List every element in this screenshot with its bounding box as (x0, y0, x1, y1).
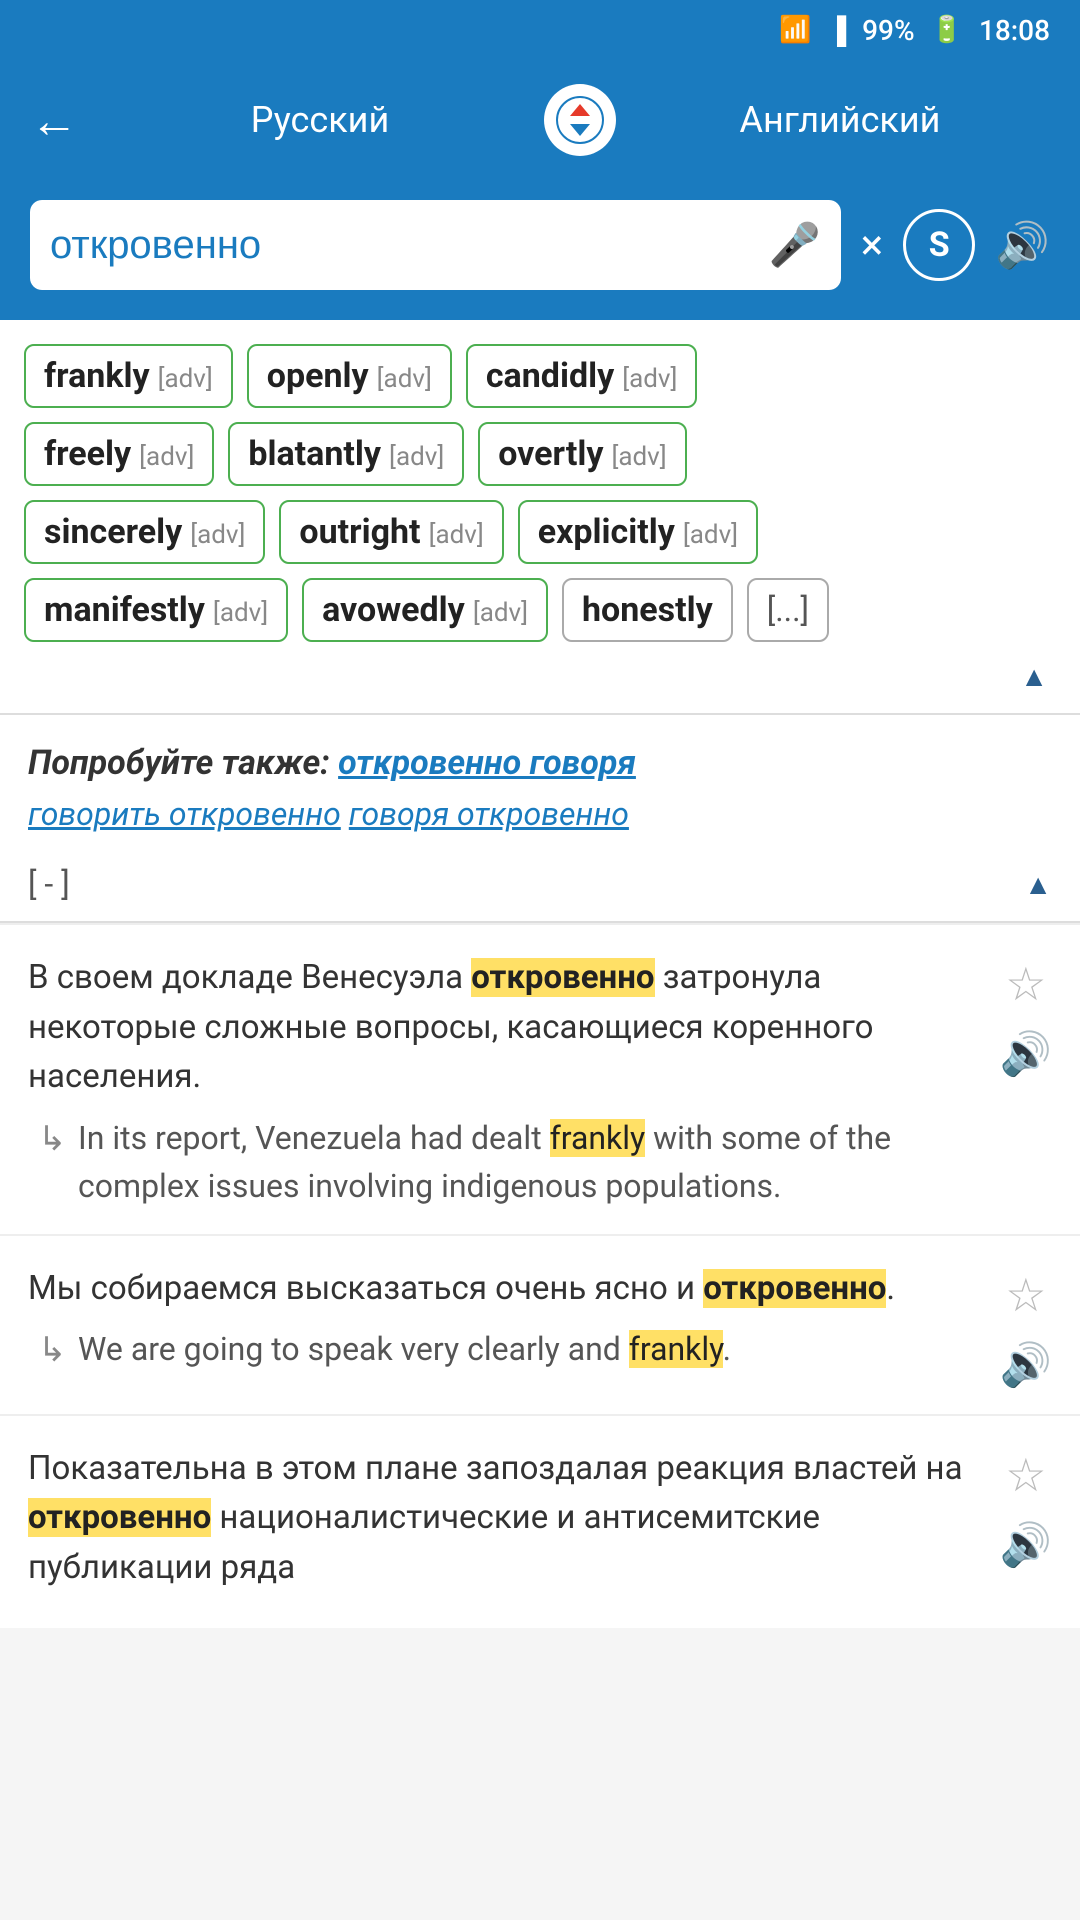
source-language[interactable]: Русский (110, 99, 530, 141)
try-also-link-1[interactable]: откровенно говоря (338, 743, 636, 783)
example-content-1: В своем докладе Венесуэла откровенно зат… (28, 953, 976, 1210)
target-language[interactable]: Английский (630, 99, 1050, 141)
example-content-2: Мы собираемся высказаться очень ясно и о… (28, 1264, 976, 1374)
en-highlight-1: frankly (550, 1119, 646, 1157)
translations-row-3: sincerely [adv] outright [adv] explicitl… (24, 500, 1056, 564)
spellcheck-button[interactable]: S (903, 209, 975, 281)
try-link-3[interactable]: говоря откровенно (349, 795, 629, 833)
sound-button[interactable]: 🔊 (995, 219, 1050, 271)
example-block-2: Мы собираемся высказаться очень ясно и о… (0, 1234, 1080, 1414)
translation-chip-frankly[interactable]: frankly [adv] (24, 344, 233, 408)
battery-icon: 🔋 (931, 15, 963, 45)
translation-chip-outright[interactable]: outright [adv] (279, 500, 503, 564)
ru-highlight-2: откровенно (703, 1269, 886, 1308)
translation-chip-candidly[interactable]: candidly [adv] (466, 344, 698, 408)
action-col-2: ☆ 🔊 (1000, 1264, 1052, 1390)
translation-chip-honestly[interactable]: honestly (562, 578, 733, 642)
example-row-1: В своем докладе Венесуэла откровенно зат… (28, 953, 1052, 1210)
translation-chip-freely[interactable]: freely [adv] (24, 422, 214, 486)
search-input[interactable] (50, 223, 768, 268)
translation-chip-avowedly[interactable]: avowedly [adv] (302, 578, 548, 642)
ru-sentence-3: Показательна в этом плане запоздалая реа… (28, 1444, 976, 1593)
favorite-button-2[interactable]: ☆ (1005, 1268, 1046, 1323)
en-sentence-2: We are going to speak very clearly and f… (28, 1325, 976, 1373)
clear-button[interactable]: × (861, 221, 883, 270)
wifi-icon: 📶 (779, 15, 811, 45)
search-area: 🎤 × S 🔊 (0, 180, 1080, 320)
speaker-button-3[interactable]: 🔊 (1000, 1521, 1052, 1570)
ru-highlight-3: откровенно (28, 1498, 211, 1537)
favorite-button-1[interactable]: ☆ (1005, 957, 1046, 1012)
app-header: ← Русский Английский (0, 60, 1080, 180)
ru-highlight-1: откровенно (471, 958, 654, 997)
example-block-1: В своем докладе Венесуэла откровенно зат… (0, 923, 1080, 1234)
search-box: 🎤 (30, 200, 841, 290)
ru-sentence-2: Мы собираемся высказаться очень ясно и о… (28, 1264, 976, 1314)
en-sentence-1: In its report, Venezuela had dealt frank… (28, 1114, 976, 1210)
signal-icon: ▐ (828, 15, 846, 46)
try-also-links: говорить откровенно говоря откровенно (28, 795, 1052, 833)
translations-row-2: freely [adv] blatantly [adv] overtly [ad… (24, 422, 1056, 486)
battery-text: 99% (862, 14, 914, 47)
translations-row-4: manifestly [adv] avowedly [adv] honestly… (24, 578, 1056, 642)
example-row-2: Мы собираемся высказаться очень ясно и о… (28, 1264, 1052, 1390)
try-link-2[interactable]: говорить откровенно (28, 795, 341, 833)
translations-row-1: frankly [adv] openly [adv] candidly [adv… (24, 344, 1056, 408)
collapse-bar: [ - ] ▲ (0, 847, 1080, 921)
example-block-3: Показательна в этом плане запоздалая реа… (0, 1414, 1080, 1629)
translation-chip-manifestly[interactable]: manifestly [adv] (24, 578, 288, 642)
try-also-section: Попробуйте также: откровенно говоря гово… (0, 715, 1080, 847)
microphone-icon[interactable]: 🎤 (768, 221, 820, 270)
bracket-label: [ - ] (28, 865, 70, 903)
en-highlight-2: frankly (629, 1330, 723, 1368)
speaker-button-2[interactable]: 🔊 (1000, 1341, 1052, 1390)
more-translations-button[interactable]: [...] (747, 578, 829, 642)
translations-collapse-button[interactable]: ▲ (1020, 660, 1048, 693)
time-text: 18:08 (979, 14, 1050, 47)
translations-collapse-row: ▲ (24, 656, 1056, 703)
try-also-label: Попробуйте также: откровенно говоря (28, 743, 1052, 783)
ru-sentence-1: В своем докладе Венесуэла откровенно зат… (28, 953, 976, 1102)
translation-chip-sincerely[interactable]: sincerely [adv] (24, 500, 265, 564)
speaker-button-1[interactable]: 🔊 (1000, 1030, 1052, 1079)
example-content-3: Показательна в этом плане запоздалая реа… (28, 1444, 976, 1605)
example-row-3: Показательна в этом плане запоздалая реа… (28, 1444, 1052, 1605)
swap-icon (544, 84, 616, 156)
translation-chip-openly[interactable]: openly [adv] (247, 344, 452, 408)
favorite-button-3[interactable]: ☆ (1005, 1448, 1046, 1503)
translation-chip-overtly[interactable]: overtly [adv] (478, 422, 686, 486)
translations-area: frankly [adv] openly [adv] candidly [adv… (0, 320, 1080, 713)
swap-languages-button[interactable] (530, 70, 630, 170)
section-collapse-button[interactable]: ▲ (1024, 868, 1052, 901)
back-button[interactable]: ← (30, 92, 110, 149)
action-col-3: ☆ 🔊 (1000, 1444, 1052, 1570)
action-col-1: ☆ 🔊 (1000, 953, 1052, 1079)
status-bar: 📶 ▐ 99% 🔋 18:08 (0, 0, 1080, 60)
translation-chip-explicitly[interactable]: explicitly [adv] (518, 500, 758, 564)
translation-chip-blatantly[interactable]: blatantly [adv] (228, 422, 464, 486)
